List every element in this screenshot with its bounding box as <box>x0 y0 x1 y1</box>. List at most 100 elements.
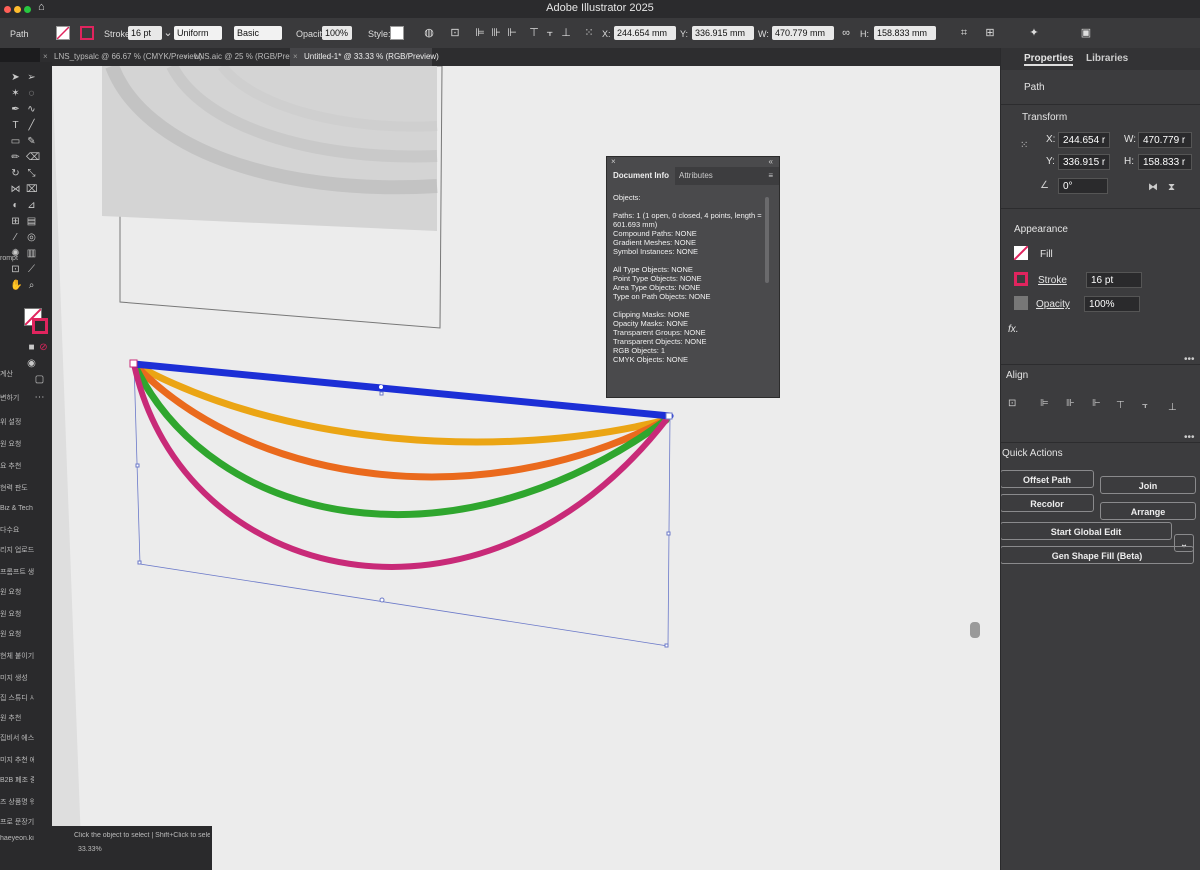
transform-icon[interactable]: ⌗ <box>958 27 970 39</box>
type-tool-icon[interactable]: T <box>10 120 21 131</box>
line-tool-icon[interactable]: ╱ <box>26 120 37 131</box>
artboard-tool-icon[interactable]: ⊡ <box>10 264 21 275</box>
bounding-box-handle[interactable] <box>666 531 671 536</box>
artboard[interactable] <box>52 66 1000 870</box>
fill-swatch[interactable] <box>56 26 70 40</box>
link-icon[interactable]: ∞ <box>840 27 852 39</box>
blend-tool-icon[interactable]: ◎ <box>26 232 37 243</box>
align-left-icon[interactable]: ⊫ <box>1040 398 1049 409</box>
direct-selection-tool-icon[interactable]: ➢ <box>26 72 37 83</box>
selection-tool-icon[interactable]: ➤ <box>10 72 21 83</box>
close-icon[interactable]: × <box>183 48 188 66</box>
align-to-icon[interactable]: ⊡ <box>1008 398 1016 409</box>
rotate-field[interactable]: 0° <box>1058 178 1108 194</box>
reference-point-icon[interactable]: ⁙ <box>1020 140 1028 151</box>
recolor-button[interactable]: Recolor <box>1000 494 1094 512</box>
anchor-point[interactable] <box>379 597 385 603</box>
fill-label[interactable]: Fill <box>1040 249 1053 260</box>
opacity-field[interactable]: 100% <box>322 26 352 40</box>
align-top-icon[interactable]: ⊤ <box>528 27 540 39</box>
bounding-box-handle[interactable] <box>137 560 142 565</box>
tab-document-2[interactable]: × LNS.aic @ 25 % (RGB/Preview) <box>180 48 308 66</box>
align-bottom-icon[interactable]: ⊥ <box>560 27 572 39</box>
arrange-button[interactable]: Arrange <box>1100 502 1196 520</box>
paintbrush-tool-icon[interactable]: ✎ <box>26 136 37 147</box>
collapse-panel-icon[interactable]: « <box>769 157 773 166</box>
align-center-icon[interactable]: ⊪ <box>490 27 502 39</box>
eyedropper-tool-icon[interactable]: ⁄ <box>10 232 21 243</box>
default-colors-icon[interactable]: ■ <box>26 342 37 353</box>
tab-document-3[interactable]: × Untitled-1* @ 33.33 % (RGB/Preview) <box>290 48 439 66</box>
panel-menu-icon[interactable]: ≡ <box>768 167 773 185</box>
tab-attributes[interactable]: Attributes <box>679 167 713 185</box>
x-field[interactable]: 244.654 mm <box>614 26 676 40</box>
tab-document-1[interactable]: × LNS_typsalc @ 66.67 % (CMYK/Preview) <box>40 48 202 66</box>
bounding-box-handle[interactable] <box>135 463 140 468</box>
eraser-tool-icon[interactable]: ⌫ <box>26 152 40 163</box>
magic-wand-icon[interactable]: ✶ <box>10 88 21 99</box>
scale-tool-icon[interactable]: ⤡ <box>26 168 37 179</box>
close-icon[interactable]: × <box>611 157 616 166</box>
pen-tool-icon[interactable]: ✒ <box>10 104 21 115</box>
curvature-tool-icon[interactable]: ∿ <box>26 104 37 115</box>
canvas-area[interactable] <box>52 66 1000 870</box>
puppet-warp-icon[interactable]: ✦ <box>1028 27 1040 39</box>
align-to-icon[interactable]: ⊡ <box>449 27 461 39</box>
width-tool-icon[interactable]: ⋈ <box>10 184 21 195</box>
variable-width-profile[interactable]: Uniform <box>174 26 222 40</box>
flip-horizontal-icon[interactable]: ⧓ <box>1148 182 1158 193</box>
free-transform-icon[interactable]: ⌧ <box>26 184 38 195</box>
stroke-weight-field[interactable]: 16 pt <box>1086 272 1142 288</box>
stroke-label[interactable]: Stroke <box>1038 275 1067 286</box>
gradient-tool-icon[interactable]: ▤ <box>26 216 37 227</box>
reference-point-icon[interactable]: ⁙ <box>583 27 595 39</box>
anchor-point[interactable] <box>665 412 673 420</box>
stroke-color-box[interactable] <box>32 318 48 334</box>
flip-vertical-icon[interactable]: ⧗ <box>1168 182 1175 193</box>
w-field[interactable]: 470.779 r <box>1138 132 1192 148</box>
h-field[interactable]: 158.833 r <box>1138 154 1192 170</box>
bounding-box-handle[interactable] <box>379 391 384 396</box>
y-field[interactable]: 336.915 r <box>1058 154 1110 170</box>
close-icon[interactable]: × <box>293 48 298 66</box>
recolor-icon[interactable]: ◍ <box>423 27 435 39</box>
pencil-tool-icon[interactable]: ✏ <box>10 152 21 163</box>
gen-shape-fill-button[interactable]: Gen Shape Fill (Beta) <box>1000 546 1194 564</box>
tab-libraries[interactable]: Libraries <box>1086 53 1128 64</box>
opacity-label[interactable]: Opacity <box>1036 299 1070 310</box>
rectangle-tool-icon[interactable]: ▭ <box>10 136 21 147</box>
anchor-point[interactable] <box>379 385 383 389</box>
panel-scrollbar[interactable] <box>765 197 769 283</box>
join-button[interactable]: Join <box>1100 476 1196 494</box>
align-bottom-icon[interactable]: ⊥ <box>1168 402 1177 413</box>
shape-builder-icon[interactable]: ⊞ <box>984 27 996 39</box>
opacity-field[interactable]: 100% <box>1084 296 1140 312</box>
stroke-weight-field[interactable]: 16 pt <box>128 26 162 40</box>
align-left-icon[interactable]: ⊫ <box>474 27 486 39</box>
anchor-point[interactable] <box>129 359 138 368</box>
y-field[interactable]: 336.915 mm <box>692 26 754 40</box>
align-right-icon[interactable]: ⊩ <box>506 27 518 39</box>
stroke-swatch[interactable] <box>1014 272 1028 286</box>
w-field[interactable]: 470.779 mm <box>772 26 834 40</box>
placed-image[interactable] <box>102 66 437 231</box>
hand-tool-icon[interactable]: ✋ <box>10 280 22 291</box>
perspective-grid-icon[interactable]: ⊿ <box>26 200 37 211</box>
align-center-icon[interactable]: ⊪ <box>1066 398 1075 409</box>
arrange-documents-icon[interactable]: ▣ <box>1080 27 1092 39</box>
zoom-tool-icon[interactable]: ⌕ <box>26 280 37 291</box>
shape-builder-tool-icon[interactable]: ◐ <box>10 200 21 211</box>
draw-mode-icon[interactable]: ◉ <box>26 358 37 369</box>
align-right-icon[interactable]: ⊩ <box>1092 398 1101 409</box>
more-tools-icon[interactable]: ⋯ <box>34 392 45 403</box>
mesh-tool-icon[interactable]: ⊞ <box>10 216 21 227</box>
tab-properties[interactable]: Properties <box>1024 53 1074 66</box>
slice-tool-icon[interactable]: ⟋ <box>26 264 37 275</box>
lasso-tool-icon[interactable]: ◌ <box>26 88 37 99</box>
rotate-tool-icon[interactable]: ↻ <box>10 168 21 179</box>
align-middle-icon[interactable]: ⫟ <box>544 27 556 39</box>
offset-path-button[interactable]: Offset Path <box>1000 470 1094 488</box>
tab-document-info[interactable]: Document Info <box>607 167 675 185</box>
graphic-style-swatch[interactable] <box>390 26 404 40</box>
start-global-edit-button[interactable]: Start Global Edit <box>1000 522 1172 540</box>
